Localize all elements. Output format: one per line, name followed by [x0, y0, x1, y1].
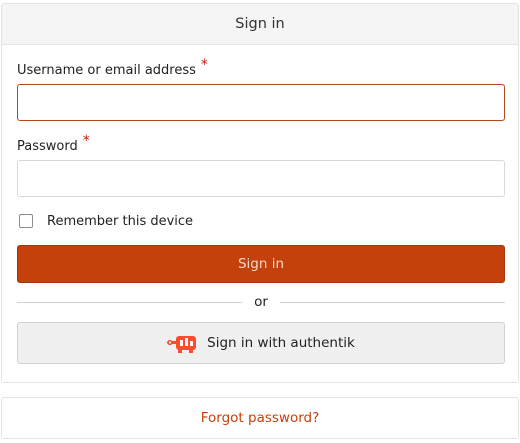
password-label-row: Password * [17, 133, 90, 154]
forgot-password-link[interactable]: Forgot password? [201, 410, 320, 426]
or-divider: or [17, 293, 505, 311]
page-title: Sign in [235, 16, 285, 32]
divider-line-left [17, 301, 243, 303]
divider-text: or [254, 294, 268, 310]
password-required-mark: * [82, 133, 90, 149]
username-input[interactable] [17, 84, 505, 121]
login-card-header: Sign in [2, 4, 518, 45]
login-card: Sign in Username or email address * Passw… [1, 3, 519, 383]
username-label: Username or email address [17, 63, 196, 78]
password-label: Password [17, 139, 78, 154]
sign-in-button[interactable]: Sign in [17, 245, 505, 283]
remember-device-label[interactable]: Remember this device [47, 214, 193, 229]
username-label-row: Username or email address * [17, 57, 208, 78]
remember-device-row: Remember this device [17, 212, 193, 230]
divider-line-right [279, 301, 505, 303]
password-input[interactable] [17, 160, 505, 197]
sign-in-with-authentik-button[interactable]: Sign in with authentik [17, 322, 505, 364]
authentik-logo-icon [167, 332, 197, 354]
sign-in-with-authentik-label: Sign in with authentik [207, 335, 355, 351]
sign-in-button-label: Sign in [237, 256, 285, 272]
remember-device-checkbox[interactable] [19, 214, 33, 228]
footer-card: Forgot password? [1, 397, 519, 439]
username-required-mark: * [200, 57, 208, 73]
